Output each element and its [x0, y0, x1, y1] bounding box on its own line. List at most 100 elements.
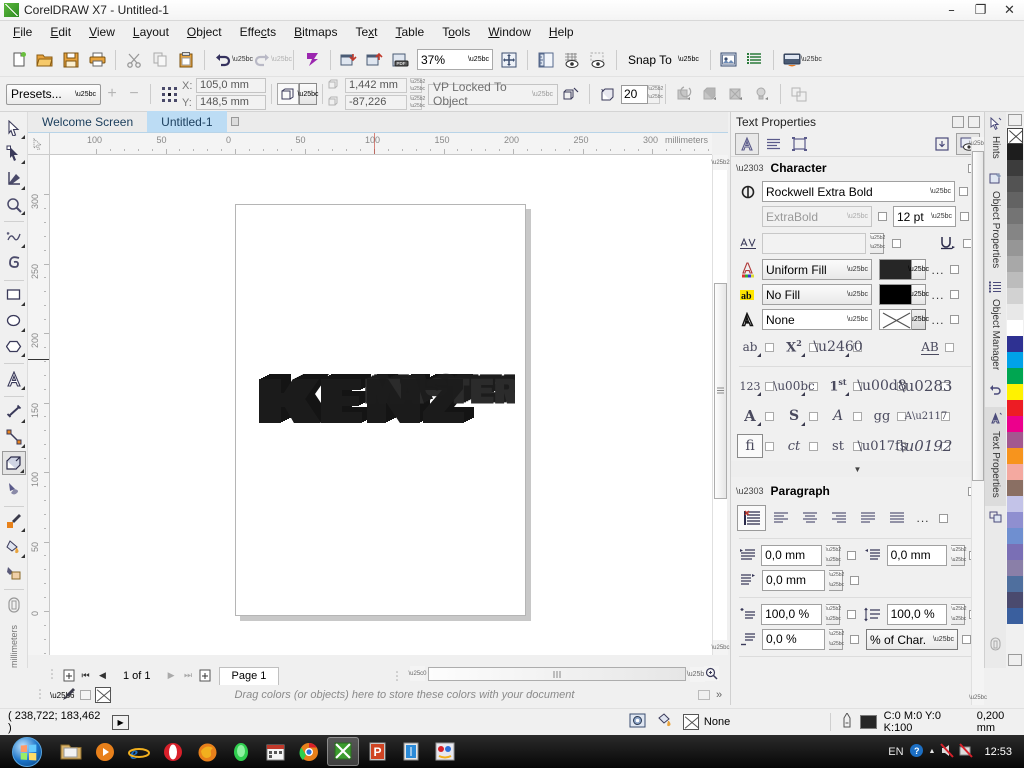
taskbar-coreldraw[interactable] — [327, 737, 359, 766]
range-kerning-input[interactable] — [762, 233, 866, 254]
frame-tab[interactable] — [787, 133, 811, 155]
freehand-tool[interactable] — [2, 225, 26, 249]
align-full-justify-button[interactable] — [853, 505, 882, 531]
rectangle-tool-flyout-icon[interactable] — [21, 302, 25, 306]
menu-object[interactable]: Object — [178, 22, 231, 42]
polygon-tool-flyout-icon[interactable] — [21, 353, 25, 357]
outline-color-none-swatch[interactable] — [879, 309, 912, 330]
first-line-indent-spinner[interactable]: \u25b2\u25bc — [826, 545, 840, 566]
chevron-down-icon[interactable]: \u25bc — [930, 636, 954, 643]
align-none-button[interactable] — [737, 505, 766, 531]
clipboard-icon[interactable] — [173, 47, 199, 73]
right-indent-input[interactable]: 0,0 mm — [762, 570, 825, 591]
historical-ligatures-button[interactable]: st — [825, 434, 851, 458]
object-origin-grid-icon[interactable] — [156, 81, 182, 107]
first-line-indent-checkbox[interactable] — [847, 551, 856, 560]
taskbar-firefox[interactable] — [191, 737, 223, 766]
palette-swatch[interactable] — [1007, 176, 1023, 192]
import-styles-icon[interactable] — [930, 133, 954, 155]
align-left-button[interactable] — [766, 505, 795, 531]
object-properties-tab[interactable]: Object Properties — [985, 167, 1007, 276]
underline-icon[interactable] — [933, 231, 959, 255]
zoom-level-combo[interactable]: 37% \u25bc — [417, 49, 493, 70]
page-tab-page-1[interactable]: Page 1 — [219, 667, 280, 685]
document-tab-welcome-screen[interactable]: Welcome Screen — [28, 111, 147, 132]
palette-scroll-arrow-icon[interactable]: \u25b6 — [50, 691, 62, 700]
underline-style-checkbox[interactable] — [945, 343, 954, 352]
taskbar-dictionary[interactable] — [395, 737, 427, 766]
menu-tools[interactable]: Tools — [433, 22, 479, 42]
chevron-down-icon[interactable]: \u25bc — [844, 213, 868, 220]
background-checkbox[interactable] — [950, 290, 959, 299]
object-manager-tab[interactable]: Object Manager — [985, 276, 1007, 378]
copy-icon[interactable] — [147, 47, 173, 73]
vanishing-point-x-input[interactable]: 1,442 mm — [345, 78, 407, 93]
palette-swatch[interactable] — [1007, 192, 1023, 208]
palette-drag-handle[interactable] — [38, 687, 50, 704]
first-line-indent-input[interactable]: 0,0 mm — [761, 545, 822, 566]
docker-scrollbar[interactable]: \u25b2 \u25bc — [971, 137, 984, 705]
standard-ligatures-button[interactable]: fi — [737, 434, 763, 458]
palette-swatch[interactable] — [1007, 288, 1023, 304]
taskbar-internet-explorer[interactable]: e — [123, 737, 155, 766]
palette-swatch[interactable] — [1007, 160, 1023, 176]
extrude-color-icon[interactable] — [697, 81, 723, 107]
transformations-tab[interactable] — [985, 506, 1007, 534]
underline-style-button[interactable]: AB — [917, 335, 943, 359]
close-button[interactable]: ✕ — [995, 0, 1024, 21]
scroll-right-arrow-icon[interactable]: \u25b6 — [690, 667, 705, 682]
scroll-left-arrow-icon[interactable]: \u25c0 — [410, 666, 425, 681]
palette-swatch-list[interactable] — [1007, 144, 1023, 624]
palette-swatch[interactable] — [1007, 320, 1023, 336]
palette-swatch[interactable] — [1007, 544, 1023, 560]
palette-swatch[interactable] — [1007, 592, 1023, 608]
outline-docker-tab[interactable] — [985, 632, 1007, 668]
italics-checkbox[interactable] — [853, 412, 862, 421]
scissors-icon[interactable] — [121, 47, 147, 73]
shape-tool[interactable] — [2, 142, 26, 166]
palette-swatch[interactable] — [1007, 480, 1023, 496]
taskbar-ares[interactable] — [225, 737, 257, 766]
menu-edit[interactable]: Edit — [41, 22, 80, 42]
right-indent-spinner[interactable]: \u25b2\u25bc — [829, 570, 843, 591]
palette-swatch[interactable] — [1007, 560, 1023, 576]
ruler-icon[interactable] — [533, 47, 559, 73]
vertical-ruler[interactable]: 300250200150100500 — [28, 155, 50, 655]
x-position-input[interactable]: 105,0 mm — [196, 78, 266, 93]
chevron-down-icon[interactable]: \u25bc — [75, 91, 96, 98]
small-caps-checkbox[interactable] — [765, 412, 774, 421]
palette-collapse-box[interactable] — [698, 690, 710, 700]
docker-scroll-down-icon[interactable]: \u25bc — [972, 691, 984, 704]
menu-bitmaps[interactable]: Bitmaps — [285, 22, 346, 42]
font-size-combo[interactable]: 12 pt \u25bc — [893, 206, 956, 227]
spacing-units-checkbox[interactable] — [962, 635, 971, 644]
previous-page-button[interactable]: ◀ — [94, 667, 111, 684]
navigator-splitter[interactable] — [395, 669, 405, 683]
help-icon[interactable]: ? — [909, 743, 924, 761]
character-tab[interactable] — [735, 133, 759, 155]
palette-swatch[interactable] — [1007, 256, 1023, 272]
palette-swatch[interactable] — [1007, 448, 1023, 464]
taskbar-chrome[interactable] — [293, 737, 325, 766]
maximize-button[interactable]: ❐ — [966, 0, 995, 21]
extruded-text-artwork[interactable] — [255, 360, 515, 425]
docker-scroll-thumb[interactable] — [972, 151, 984, 481]
small-caps-button[interactable]: A — [737, 404, 763, 428]
right-indent-checkbox[interactable] — [850, 576, 859, 585]
fill-more-button[interactable]: ... — [930, 263, 946, 277]
palette-swatch[interactable] — [1007, 528, 1023, 544]
ordinals-button[interactable]: 1st — [825, 374, 851, 398]
undo-docker-tab[interactable] — [985, 378, 1007, 407]
first-page-button[interactable]: ⏮ — [77, 667, 94, 684]
printer-icon[interactable] — [84, 47, 110, 73]
slashed-zero-button[interactable]: \u00d8 — [869, 374, 895, 398]
background-more-button[interactable]: ... — [930, 288, 946, 302]
left-indent-input[interactable]: 0,0 mm — [887, 545, 948, 566]
vanishing-point-y-input[interactable]: -87,226 mm — [345, 95, 407, 110]
paragraph-tab[interactable] — [761, 133, 785, 155]
ellipse-tool-flyout-icon[interactable] — [21, 328, 25, 332]
fractions-button[interactable]: \u00bc — [781, 374, 807, 398]
menu-effects[interactable]: Effects — [231, 22, 285, 42]
text-tool[interactable] — [2, 367, 26, 391]
interactive-fill-tool[interactable] — [2, 535, 26, 559]
